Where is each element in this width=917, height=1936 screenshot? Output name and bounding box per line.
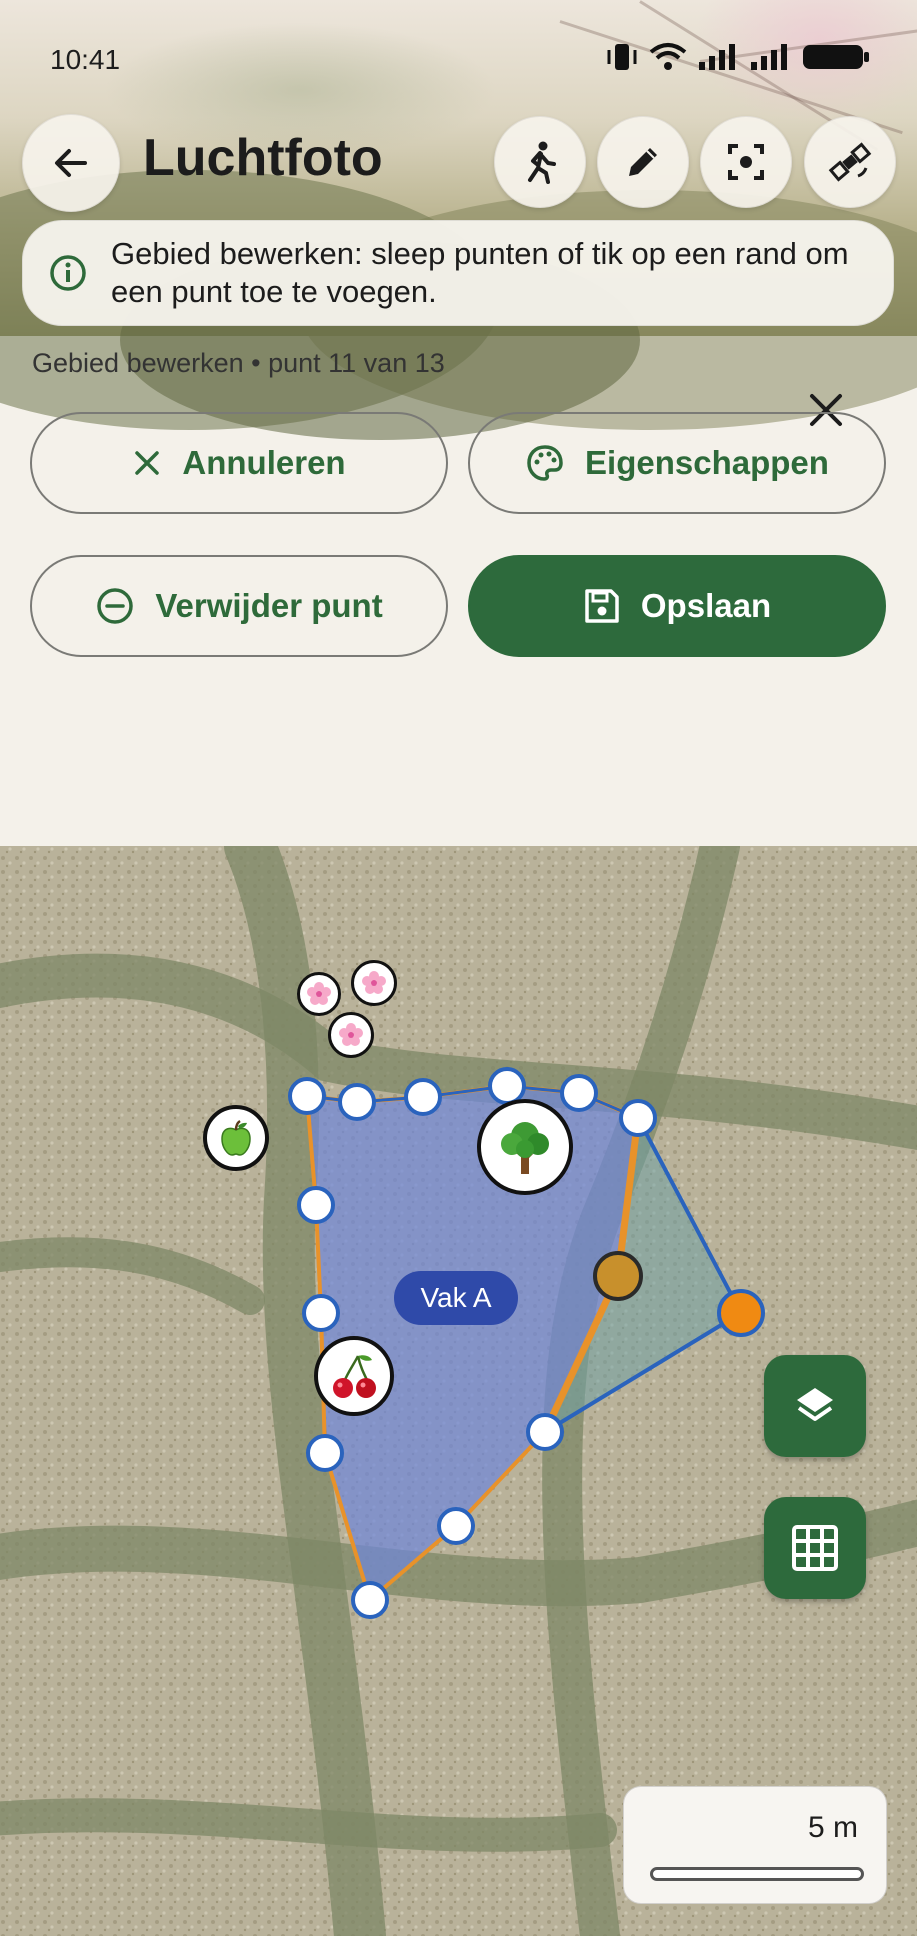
blossom-icon [362,971,386,994]
minus-circle-icon [97,588,134,624]
vertex-handle [526,1413,564,1451]
status-time: 10:41 [50,44,121,75]
pencil-icon [629,148,657,176]
vertex-handle [351,1581,389,1619]
walk-icon [528,141,556,184]
scale-label: 5 m [807,1811,858,1844]
edit-status-text: Gebied bewerken • punt 11 van 13 [32,348,445,378]
delete-point-button[interactable]: Verwijder punt [30,555,448,657]
blossom-marker[interactable] [351,960,397,1006]
vertex-handle [297,1186,335,1224]
map-scale: 5 m [623,1786,887,1904]
walk-mode-button[interactable] [494,116,586,208]
back-button[interactable] [22,114,120,212]
vertex-handle [306,1434,344,1472]
vertex-handle [288,1077,326,1115]
satellite-icon [828,142,872,182]
vertex-handle [302,1294,340,1332]
selected-vertex [717,1289,765,1337]
blossom-marker[interactable] [328,1012,374,1058]
cancel-button[interactable]: Annuleren [30,412,448,514]
apple-marker[interactable] [203,1105,269,1171]
palette-icon [527,445,563,481]
vertex-handle [338,1083,376,1121]
status-icons [605,42,871,72]
area-label[interactable]: Vak A [394,1271,518,1325]
battery-icon [803,45,869,69]
arrow-left-icon [55,149,87,177]
blossom-icon [339,1023,363,1046]
cherry-marker[interactable] [314,1336,394,1416]
grid-button[interactable] [764,1497,866,1599]
apple-icon [221,1119,251,1156]
save-label: Opslaan [640,587,772,624]
blossom-icon [307,982,331,1005]
grid-icon [792,1525,838,1571]
cherry-icon [333,1355,376,1398]
properties-label: Eigenschappen [585,444,829,481]
satellite-button[interactable] [804,116,896,208]
vertex-handle [437,1507,475,1545]
info-banner-text: Gebied bewerken: sleep punten of tik op … [111,236,849,309]
page-title: Luchtfoto [143,129,383,187]
properties-button[interactable]: Eigenschappen [468,412,886,514]
delete-point-label: Verwijder punt [155,587,383,624]
layers-button[interactable] [764,1355,866,1457]
signal-icon [751,44,787,70]
vertex-handle [619,1099,657,1137]
close-icon [135,451,160,475]
layers-icon [797,1388,833,1421]
vertex-handle [404,1078,442,1116]
edit-button[interactable] [597,116,689,208]
info-icon [50,255,86,291]
vertex-handle [560,1074,598,1112]
wifi-icon [649,43,687,70]
vertex-handle [488,1067,526,1105]
blossom-marker[interactable] [297,972,341,1016]
focus-icon [728,144,764,180]
vibrate-icon [607,44,637,70]
cancel-label: Annuleren [182,444,346,481]
tree-marker[interactable] [477,1099,573,1195]
tree-icon [501,1122,549,1174]
save-icon [585,589,619,623]
save-button[interactable]: Opslaan [468,555,886,657]
scale-bar [650,1867,864,1881]
info-banner: Gebied bewerken: sleep punten of tik op … [22,220,894,326]
midpoint-handle [593,1251,643,1301]
signal-icon [699,44,735,70]
center-location-button[interactable] [700,116,792,208]
